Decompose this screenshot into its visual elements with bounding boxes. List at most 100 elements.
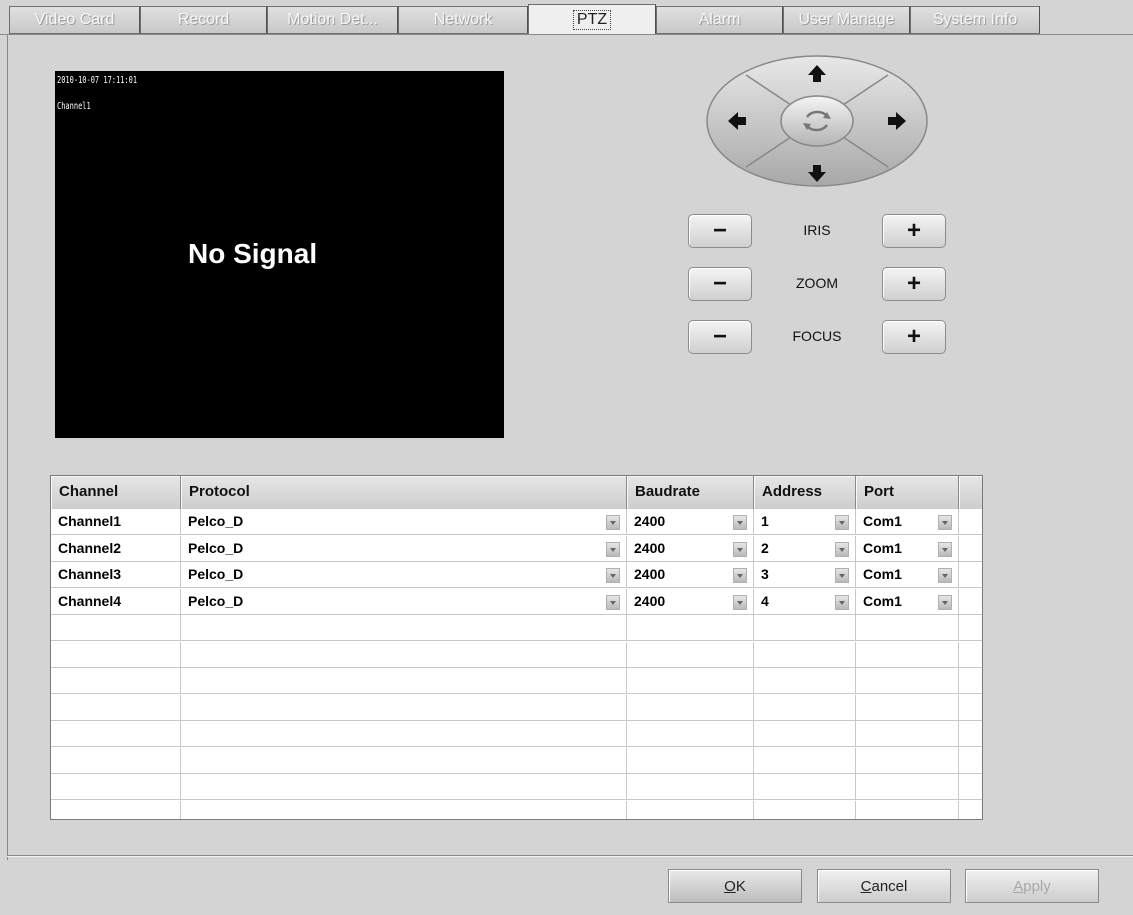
address-select[interactable]: 1	[754, 509, 856, 535]
dropdown-arrow-icon[interactable]	[733, 594, 747, 610]
focus-minus-button[interactable]: −	[688, 320, 752, 354]
port-select[interactable]: Com1	[856, 562, 959, 588]
port-select[interactable]: Com1	[856, 588, 959, 615]
baudrate-select[interactable]: 2400	[627, 562, 754, 588]
port-select	[856, 694, 959, 721]
tab-alarm[interactable]: Alarm	[656, 6, 783, 34]
protocol-select[interactable]: Pelco_D	[181, 588, 627, 615]
address-select	[754, 668, 856, 694]
dropdown-arrow-icon[interactable]	[733, 541, 747, 557]
column-header-protocol[interactable]: Protocol	[181, 476, 627, 509]
protocol-select[interactable]: Pelco_D	[181, 562, 627, 588]
dropdown-arrow-icon[interactable]	[606, 515, 620, 530]
cell-value: Com1	[863, 592, 902, 609]
tab-system-info[interactable]: System Info	[910, 6, 1040, 34]
frame-left-border	[7, 35, 8, 860]
dropdown-arrow-icon[interactable]	[835, 568, 849, 583]
dropdown-arrow-icon[interactable]	[938, 594, 952, 610]
empty-table-row	[51, 694, 982, 721]
tab-user-manage[interactable]: User Manage	[783, 6, 910, 34]
table-row[interactable]: Channel1 Pelco_D 2400 1 Com1	[51, 509, 982, 535]
dropdown-arrow-icon[interactable]	[835, 515, 849, 530]
tab-network[interactable]: Network	[398, 6, 528, 34]
baudrate-select[interactable]: 2400	[627, 588, 754, 615]
address-select	[754, 800, 856, 819]
dropdown-arrow-icon[interactable]	[733, 515, 747, 530]
dropdown-arrow-icon[interactable]	[938, 568, 952, 583]
iris-control: − IRIS +	[688, 214, 946, 248]
column-header-port[interactable]: Port	[856, 476, 959, 509]
column-header-channel[interactable]: Channel	[51, 476, 181, 509]
cell-value: Com1	[863, 513, 902, 529]
port-select[interactable]: Com1	[856, 509, 959, 535]
tab-label: Alarm	[698, 11, 741, 28]
column-header-filler	[959, 476, 982, 509]
address-select[interactable]: 3	[754, 562, 856, 588]
iris-minus-button[interactable]: −	[688, 214, 752, 248]
baudrate-select	[627, 800, 754, 819]
dropdown-arrow-icon[interactable]	[733, 568, 747, 583]
dropdown-arrow-icon[interactable]	[606, 594, 620, 610]
address-select[interactable]: 4	[754, 588, 856, 615]
table-row[interactable]: Channel3 Pelco_D 2400 3 Com1	[51, 562, 982, 588]
channel-cell	[51, 747, 181, 774]
column-header-baudrate[interactable]: Baudrate	[627, 476, 754, 509]
cell-value: Channel3	[58, 566, 122, 582]
ptz-center-button[interactable]	[780, 95, 854, 147]
port-select	[856, 615, 959, 641]
dropdown-arrow-icon[interactable]	[938, 515, 952, 530]
channel-cell	[51, 721, 181, 747]
dropdown-arrow-icon[interactable]	[938, 541, 952, 557]
cell-value: Pelco_D	[188, 513, 244, 529]
baudrate-select[interactable]: 2400	[627, 535, 754, 562]
dropdown-arrow-icon[interactable]	[835, 594, 849, 610]
table-row[interactable]: Channel2 Pelco_D 2400 2 Com1	[51, 535, 982, 562]
port-select	[856, 800, 959, 819]
address-select	[754, 774, 856, 800]
channel-cell	[51, 641, 181, 668]
iris-plus-button[interactable]: +	[882, 214, 946, 248]
zoom-minus-button[interactable]: −	[688, 267, 752, 301]
ok-button[interactable]: OK	[668, 869, 802, 903]
channel-cell[interactable]: Channel1	[51, 509, 181, 535]
channel-cell[interactable]: Channel3	[51, 562, 181, 588]
cell-value: Com1	[863, 539, 902, 556]
protocol-select	[181, 694, 627, 721]
protocol-select	[181, 800, 627, 819]
protocol-select[interactable]: Pelco_D	[181, 535, 627, 562]
dropdown-arrow-icon[interactable]	[835, 541, 849, 557]
tab-record[interactable]: Record	[140, 6, 267, 34]
baudrate-select[interactable]: 2400	[627, 509, 754, 535]
dropdown-arrow-icon[interactable]	[606, 568, 620, 583]
zoom-plus-button[interactable]: +	[882, 267, 946, 301]
channel-cell[interactable]: Channel2	[51, 535, 181, 562]
tab-video-card[interactable]: Video Card	[9, 6, 140, 34]
preview-timestamp: 2010-10-07 17:11:01	[57, 75, 138, 86]
tab-label: Video Card	[34, 11, 115, 28]
filler-cell	[959, 615, 982, 641]
protocol-select	[181, 641, 627, 668]
tab-motion-detection[interactable]: Motion Det...	[267, 6, 398, 34]
address-select	[754, 721, 856, 747]
ptz-direction-pad	[706, 55, 928, 187]
video-preview[interactable]: 2010-10-07 17:11:01 Channel1 No Signal	[55, 71, 504, 438]
port-select[interactable]: Com1	[856, 535, 959, 562]
column-header-address[interactable]: Address	[754, 476, 856, 509]
baudrate-select	[627, 747, 754, 774]
channel-cell	[51, 615, 181, 641]
filler-cell	[959, 562, 982, 588]
cancel-button[interactable]: Cancel	[817, 869, 951, 903]
cell-value: 4	[761, 592, 769, 609]
channel-cell[interactable]: Channel4	[51, 588, 181, 615]
empty-table-row	[51, 721, 982, 747]
address-select[interactable]: 2	[754, 535, 856, 562]
tab-ptz[interactable]: PTZ	[528, 4, 656, 35]
focus-plus-button[interactable]: +	[882, 320, 946, 354]
table-row[interactable]: Channel4 Pelco_D 2400 4 Com1	[51, 588, 982, 615]
dropdown-arrow-icon[interactable]	[606, 541, 620, 557]
protocol-select	[181, 668, 627, 694]
protocol-select	[181, 615, 627, 641]
filler-cell	[959, 801, 982, 820]
tab-label: Record	[177, 11, 230, 28]
protocol-select[interactable]: Pelco_D	[181, 509, 627, 535]
